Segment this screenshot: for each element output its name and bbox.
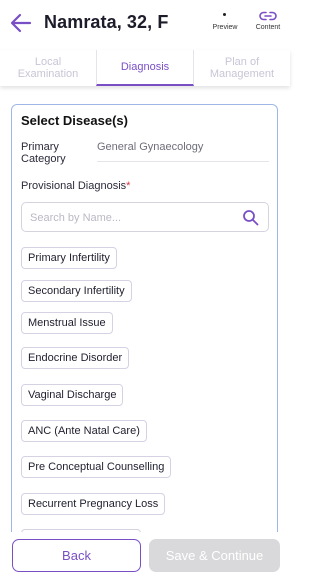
required-mark: * — [126, 180, 131, 192]
disease-chip-menstrual-issue[interactable]: Menstrual Issue — [21, 312, 113, 334]
search-icon[interactable] — [242, 209, 259, 226]
patient-title: Namrata, 32, F — [44, 12, 169, 32]
disease-chip-vaginal-discharge[interactable]: Vaginal Discharge — [21, 384, 124, 406]
provisional-diagnosis-label: Provisional Diagnosis* — [21, 180, 130, 192]
tab-local-examination[interactable]: Local Examination — [0, 50, 96, 86]
header: Namrata, 32, F Preview Content — [0, 0, 290, 48]
search-input[interactable] — [30, 209, 230, 227]
preview-label: Preview — [212, 24, 238, 31]
save-continue-button[interactable]: Save & Continue — [149, 539, 280, 572]
primary-category-value[interactable]: General Gynaecology — [97, 141, 203, 153]
back-button[interactable]: Back — [12, 539, 141, 572]
app-screen: Namrata, 32, F Preview Content Local Exa… — [0, 0, 290, 580]
disease-chip-endocrine-disorder[interactable]: Endocrine Disorder — [21, 347, 130, 369]
preview-icon — [218, 10, 232, 22]
disease-chip-recurrent-pregnancy-loss[interactable]: Recurrent Pregnancy Loss — [21, 493, 166, 515]
provisional-diagnosis-text: Provisional Diagnosis — [21, 180, 127, 192]
content-button[interactable]: Content — [253, 10, 283, 31]
divider — [97, 161, 269, 162]
tab-diagnosis[interactable]: Diagnosis — [96, 50, 194, 86]
footer-actions: Back Save & Continue — [0, 532, 290, 580]
disease-chip-secondary-infertility[interactable]: Secondary Infertility — [21, 280, 132, 302]
content-label: Content — [255, 24, 281, 31]
step-tabs: Local Examination Diagnosis Plan of Mana… — [0, 50, 290, 86]
search-box[interactable] — [21, 202, 269, 232]
arrow-left-icon[interactable] — [9, 11, 33, 35]
primary-category-label: Primary Category — [21, 141, 66, 165]
disease-chip-anc[interactable]: ANC (Ante Natal Care) — [21, 420, 147, 442]
link-icon — [259, 11, 277, 21]
disease-chip-pre-conceptual-counselling[interactable]: Pre Conceptual Counselling — [21, 456, 172, 478]
tab-plan-of-management[interactable]: Plan of Management — [194, 50, 290, 86]
disease-chip-primary-infertility[interactable]: Primary Infertility — [21, 247, 117, 269]
card-title: Select Disease(s) — [21, 113, 128, 128]
preview-button[interactable]: Preview — [212, 10, 238, 31]
disease-selection-card: Select Disease(s) Primary Category Gener… — [11, 104, 278, 544]
